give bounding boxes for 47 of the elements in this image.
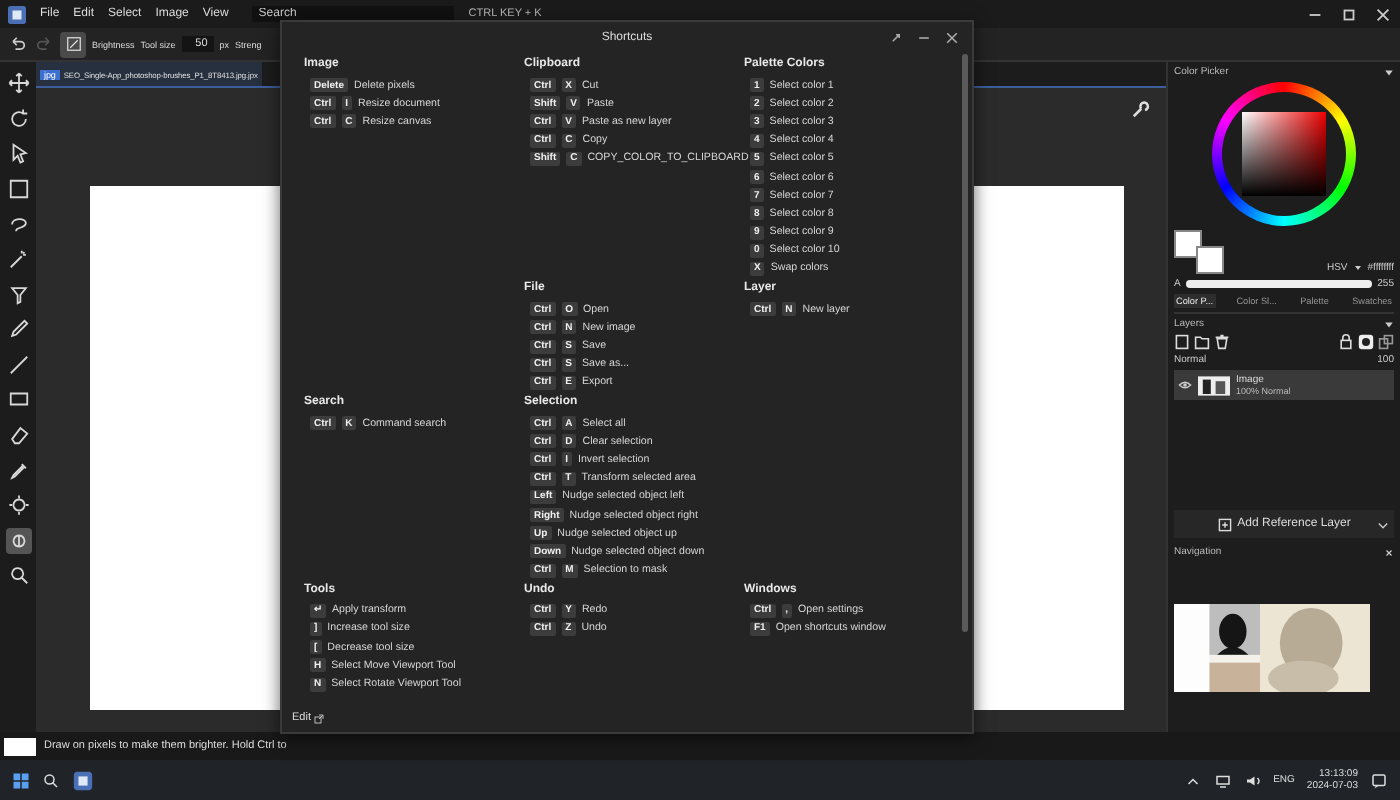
tool-icon[interactable]: [5, 281, 31, 308]
collapse-icon[interactable]: [1384, 319, 1394, 329]
tool-icon[interactable]: [5, 351, 31, 378]
tool-icon[interactable]: [5, 562, 31, 589]
trash-icon[interactable]: [1214, 334, 1230, 350]
color-indicator: [4, 737, 36, 755]
tool-icon[interactable]: [5, 527, 31, 554]
tool-icon[interactable]: [5, 105, 31, 132]
alpha-slider[interactable]: [1186, 280, 1372, 288]
new-layer-icon[interactable]: [1174, 334, 1190, 350]
start-icon[interactable]: [12, 771, 30, 789]
saturation-square[interactable]: [1242, 112, 1326, 196]
undo-icon[interactable]: [8, 34, 28, 54]
folder-icon[interactable]: [1194, 334, 1210, 350]
search-icon[interactable]: [42, 771, 60, 789]
brightness-icon: [63, 34, 83, 54]
mask-icon[interactable]: [1358, 334, 1374, 350]
duplicate-icon[interactable]: [1378, 334, 1394, 350]
external-link-icon: [314, 713, 325, 723]
tool-icon[interactable]: [5, 175, 31, 202]
primary-color-swatch[interactable]: [1174, 230, 1202, 258]
close-icon[interactable]: [1374, 5, 1392, 23]
eye-icon[interactable]: [1178, 378, 1192, 392]
close-icon[interactable]: [944, 30, 960, 46]
expand-icon[interactable]: [888, 30, 904, 46]
tool-icon[interactable]: [5, 245, 31, 272]
tool-icon[interactable]: [5, 70, 31, 96]
wrench-icon[interactable]: [1130, 100, 1150, 120]
network-icon[interactable]: [1213, 771, 1232, 789]
chevron-down-icon[interactable]: [1376, 517, 1390, 531]
close-icon[interactable]: [1384, 547, 1394, 557]
maximize-icon[interactable]: [1340, 5, 1358, 23]
add-layer-icon: [1217, 517, 1232, 531]
brightness-tool-button[interactable]: [60, 31, 86, 57]
secondary-color-swatch[interactable]: [1196, 246, 1224, 274]
tool-icon[interactable]: [5, 492, 31, 519]
app-logo-icon: [8, 5, 26, 23]
collapse-icon[interactable]: [1384, 67, 1394, 77]
app-icon[interactable]: [72, 769, 94, 791]
caret-icon[interactable]: [1353, 264, 1362, 272]
layer-thumbnail: [1198, 375, 1230, 395]
speaker-icon[interactable]: [1243, 771, 1262, 789]
scrollbar[interactable]: [962, 54, 968, 632]
lock-icon[interactable]: [1338, 334, 1354, 350]
notification-icon[interactable]: [1370, 771, 1388, 789]
tool-icon[interactable]: [5, 421, 31, 448]
tool-icon[interactable]: [5, 316, 31, 343]
